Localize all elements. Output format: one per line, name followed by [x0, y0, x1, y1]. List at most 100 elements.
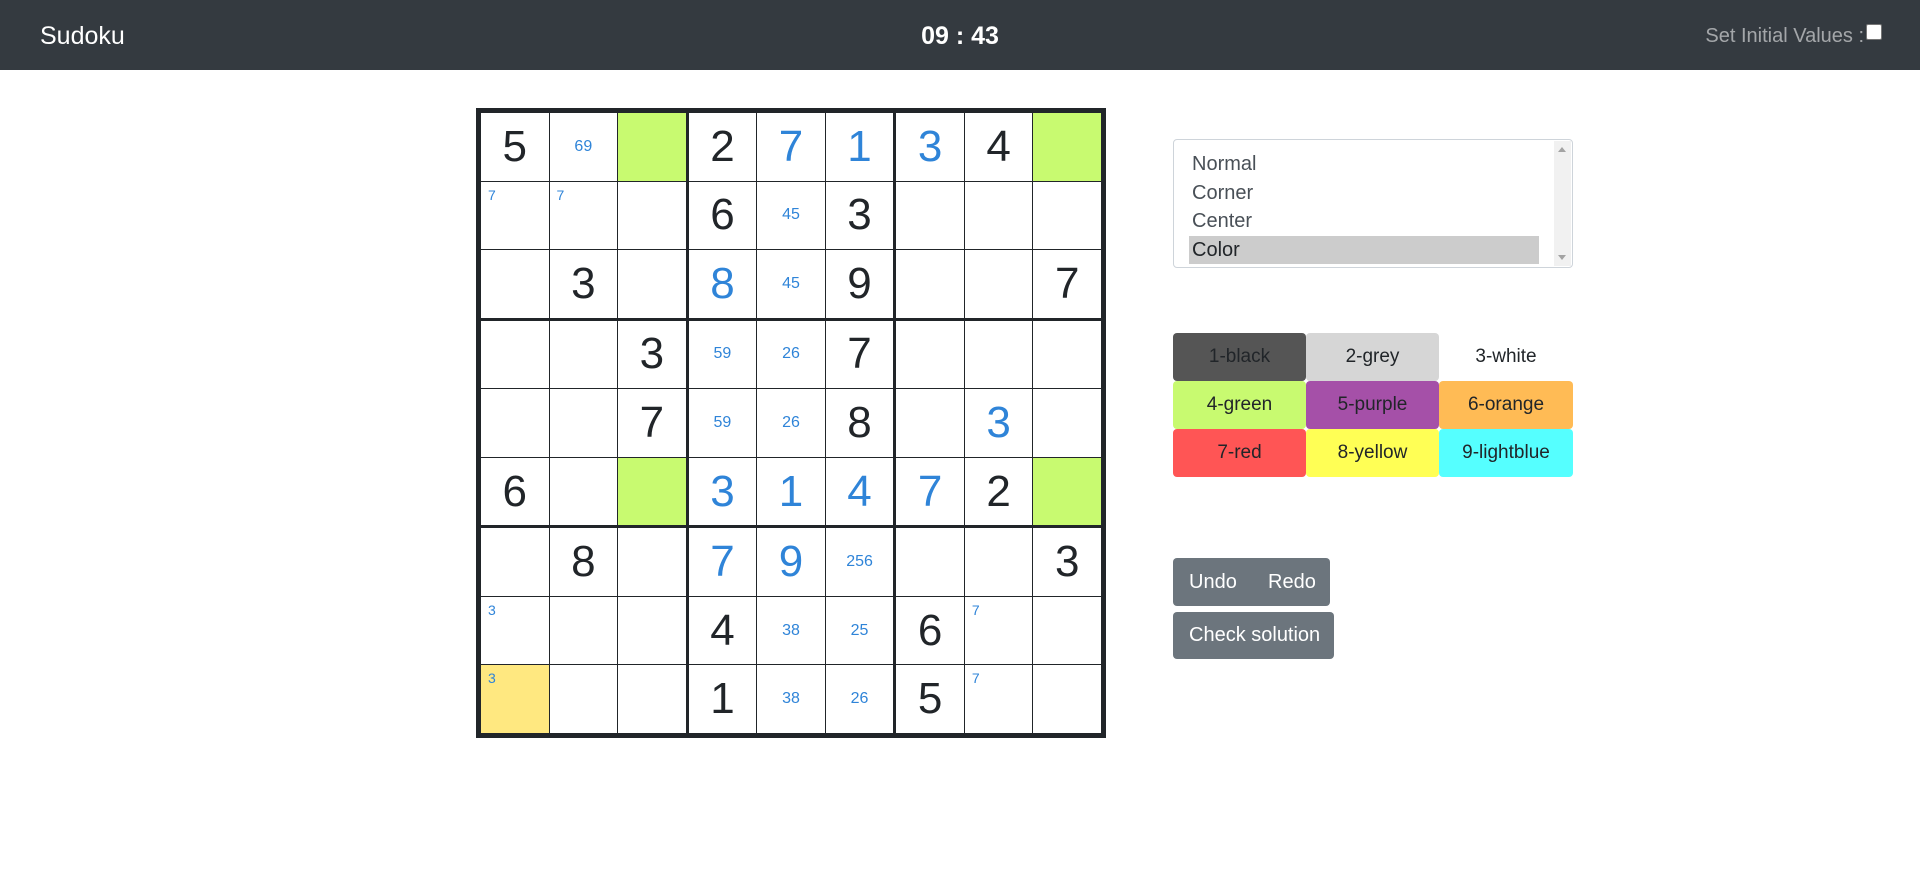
sudoku-cell[interactable]: 59 [688, 389, 757, 457]
sudoku-cell[interactable]: 6 [481, 457, 549, 526]
sudoku-cell[interactable] [964, 181, 1033, 250]
sudoku-cell[interactable]: 8 [825, 389, 894, 457]
sudoku-cell[interactable] [549, 665, 618, 733]
sudoku-cell[interactable]: 3 [896, 113, 964, 181]
sudoku-cell[interactable] [618, 665, 686, 733]
sudoku-cell[interactable]: 26 [757, 320, 825, 389]
sudoku-cell[interactable]: 3 [549, 250, 618, 318]
mode-select[interactable]: Normal Corner Center Color [1173, 139, 1573, 268]
sudoku-cell[interactable] [964, 528, 1033, 596]
sudoku-cell[interactable]: 1 [688, 665, 757, 733]
sudoku-cell[interactable]: 3 [618, 320, 686, 389]
sudoku-cell[interactable] [549, 389, 618, 457]
sudoku-cell[interactable] [618, 250, 686, 318]
sudoku-cell[interactable]: 8 [549, 528, 618, 596]
check-solution-button[interactable]: Check solution [1173, 612, 1334, 659]
sudoku-cell[interactable] [896, 528, 964, 596]
sudoku-cell[interactable] [896, 181, 964, 250]
sudoku-cell[interactable] [618, 596, 686, 665]
sudoku-cell[interactable] [618, 113, 686, 181]
sudoku-cell[interactable]: 7 [618, 389, 686, 457]
sudoku-cell[interactable]: 5 [896, 665, 964, 733]
sudoku-cell[interactable]: 45 [757, 181, 825, 250]
sudoku-cell[interactable] [549, 596, 618, 665]
color-button-lightblue[interactable]: 9-lightblue [1439, 429, 1573, 477]
sudoku-cell[interactable]: 6 [688, 181, 757, 250]
mode-select-scrollbar[interactable] [1554, 141, 1571, 266]
color-button-purple[interactable]: 5-purple [1306, 381, 1439, 429]
sudoku-cell[interactable]: 4 [964, 113, 1033, 181]
sudoku-cell[interactable]: 3 [825, 181, 894, 250]
sudoku-cell[interactable] [481, 250, 549, 318]
sudoku-cell[interactable]: 7 [825, 320, 894, 389]
sudoku-cell[interactable] [1033, 389, 1101, 457]
sudoku-cell[interactable] [1033, 181, 1101, 250]
sudoku-cell[interactable]: 45 [757, 250, 825, 318]
sudoku-cell[interactable]: 9 [757, 528, 825, 596]
color-button-orange[interactable]: 6-orange [1439, 381, 1573, 429]
color-button-yellow[interactable]: 8-yellow [1306, 429, 1439, 477]
sudoku-cell[interactable]: 7 [1033, 250, 1101, 318]
sudoku-cell[interactable]: 8 [688, 250, 757, 318]
sudoku-cell[interactable]: 69 [549, 113, 618, 181]
sudoku-cell[interactable] [964, 320, 1033, 389]
sudoku-cell[interactable]: 7 [757, 113, 825, 181]
sudoku-cell[interactable]: 7 [896, 457, 964, 526]
sudoku-cell[interactable] [896, 389, 964, 457]
color-button-red[interactable]: 7-red [1173, 429, 1306, 477]
scroll-down-arrow-icon[interactable] [1558, 255, 1566, 260]
sudoku-cell[interactable] [1033, 113, 1101, 181]
mode-option-color[interactable]: Color [1189, 235, 1539, 264]
sudoku-cell[interactable] [1033, 665, 1101, 733]
undo-button[interactable]: Undo [1189, 558, 1237, 606]
sudoku-cell[interactable]: 256 [825, 528, 894, 596]
sudoku-cell[interactable]: 7 [688, 528, 757, 596]
sudoku-cell[interactable]: 7 [481, 181, 549, 250]
sudoku-cell[interactable]: 2 [964, 457, 1033, 526]
sudoku-cell[interactable] [549, 320, 618, 389]
scroll-up-arrow-icon[interactable] [1558, 147, 1566, 152]
sudoku-cell[interactable]: 26 [757, 389, 825, 457]
sudoku-cell[interactable]: 59 [688, 320, 757, 389]
sudoku-cell[interactable]: 3 [688, 457, 757, 526]
sudoku-cell[interactable] [896, 320, 964, 389]
sudoku-cell[interactable]: 2 [688, 113, 757, 181]
set-initial-values-checkbox[interactable] [1866, 24, 1882, 40]
sudoku-cell[interactable]: 7 [549, 181, 618, 250]
redo-button[interactable]: Redo [1268, 558, 1316, 606]
sudoku-cell[interactable] [964, 250, 1033, 318]
sudoku-cell[interactable] [618, 528, 686, 596]
sudoku-cell[interactable]: 38 [757, 596, 825, 665]
mode-option-normal[interactable]: Normal [1189, 150, 1539, 178]
sudoku-cell[interactable] [618, 457, 686, 526]
sudoku-cell[interactable]: 26 [825, 665, 894, 733]
sudoku-cell[interactable] [1033, 596, 1101, 665]
sudoku-cell[interactable]: 1 [757, 457, 825, 526]
sudoku-cell[interactable]: 3 [481, 596, 549, 665]
sudoku-cell[interactable] [481, 528, 549, 596]
sudoku-cell[interactable] [549, 457, 618, 526]
sudoku-cell[interactable]: 7 [964, 665, 1033, 733]
sudoku-cell[interactable]: 7 [964, 596, 1033, 665]
sudoku-cell[interactable]: 9 [825, 250, 894, 318]
sudoku-cell[interactable]: 3 [1033, 528, 1101, 596]
sudoku-cell[interactable] [618, 181, 686, 250]
sudoku-cell[interactable] [1033, 320, 1101, 389]
sudoku-cell[interactable] [1033, 457, 1101, 526]
sudoku-cell[interactable] [481, 389, 549, 457]
color-button-grey[interactable]: 2-grey [1306, 333, 1439, 381]
sudoku-cell[interactable]: 4 [688, 596, 757, 665]
sudoku-cell[interactable]: 38 [757, 665, 825, 733]
color-button-white[interactable]: 3-white [1439, 333, 1573, 381]
sudoku-cell[interactable]: 25 [825, 596, 894, 665]
mode-option-center[interactable]: Center [1189, 207, 1539, 235]
mode-option-corner[interactable]: Corner [1189, 179, 1539, 207]
sudoku-cell[interactable]: 1 [825, 113, 894, 181]
color-button-black[interactable]: 1-black [1173, 333, 1306, 381]
sudoku-cell[interactable]: 3 [964, 389, 1033, 457]
sudoku-cell[interactable]: 5 [481, 113, 549, 181]
sudoku-cell[interactable] [896, 250, 964, 318]
sudoku-cell[interactable]: 3 [481, 665, 549, 733]
color-button-green[interactable]: 4-green [1173, 381, 1306, 429]
sudoku-cell[interactable]: 6 [896, 596, 964, 665]
